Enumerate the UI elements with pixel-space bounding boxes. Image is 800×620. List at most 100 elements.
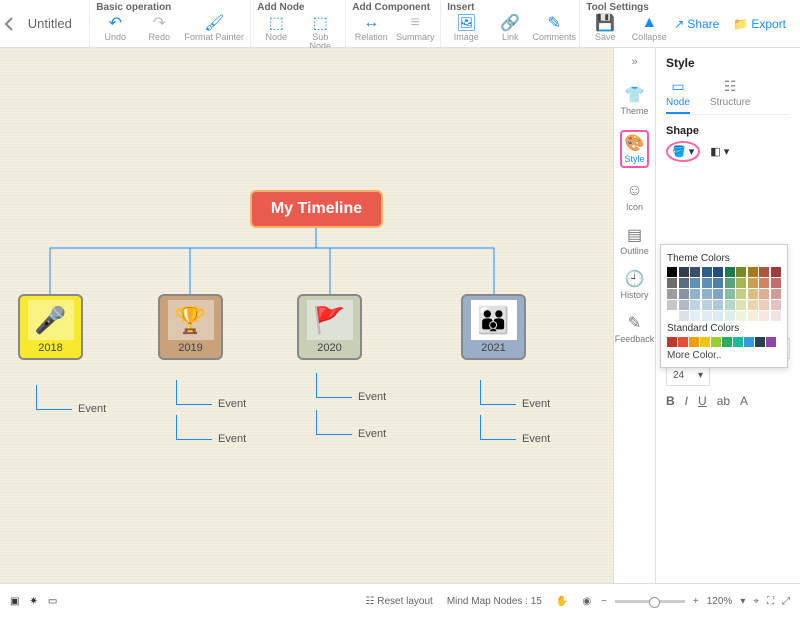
color-swatch[interactable] xyxy=(679,267,689,277)
undo-button[interactable]: ↶Undo xyxy=(96,14,134,42)
color-swatch[interactable] xyxy=(690,267,700,277)
event-node[interactable]: Event xyxy=(522,398,550,410)
color-swatch[interactable] xyxy=(759,311,769,321)
event-node[interactable]: Event xyxy=(78,403,106,415)
color-swatch[interactable] xyxy=(667,311,677,321)
color-swatch[interactable] xyxy=(667,267,677,277)
color-swatch[interactable] xyxy=(771,311,781,321)
color-swatch[interactable] xyxy=(678,337,688,347)
event-node[interactable]: Event xyxy=(218,398,246,410)
color-swatch[interactable] xyxy=(713,278,723,288)
color-swatch[interactable] xyxy=(702,278,712,288)
color-swatch[interactable] xyxy=(766,337,776,347)
font-size-select[interactable]: 24▾ xyxy=(666,365,710,386)
color-swatch[interactable] xyxy=(702,300,712,310)
zoom-slider[interactable] xyxy=(615,600,685,603)
rail-style[interactable]: 🎨Style xyxy=(620,130,648,168)
color-swatch[interactable] xyxy=(711,337,721,347)
font-color-button[interactable]: A xyxy=(740,394,748,408)
italic-button[interactable]: I xyxy=(685,394,688,408)
color-swatch[interactable] xyxy=(748,267,758,277)
format-painter-button[interactable]: 🖌Format Painter xyxy=(184,14,244,42)
collapse-panel-button[interactable]: » xyxy=(631,56,637,72)
color-swatch[interactable] xyxy=(744,337,754,347)
fill-color-button[interactable]: 🪣 ▾ xyxy=(666,141,700,162)
color-swatch[interactable] xyxy=(690,289,700,299)
color-swatch[interactable] xyxy=(667,289,677,299)
node-button[interactable]: ⬚Node xyxy=(257,14,295,51)
expand-button[interactable]: ⤢ xyxy=(782,596,790,607)
color-swatch[interactable] xyxy=(725,267,735,277)
color-swatch[interactable] xyxy=(722,337,732,347)
event-node[interactable]: Event xyxy=(218,433,246,445)
color-swatch[interactable] xyxy=(771,267,781,277)
event-node[interactable]: Event xyxy=(358,428,386,440)
underline-button[interactable]: U xyxy=(698,394,707,408)
color-swatch[interactable] xyxy=(679,289,689,299)
subnode-button[interactable]: ⬚Sub Node xyxy=(301,14,339,51)
color-swatch[interactable] xyxy=(725,311,735,321)
zoom-fit-button[interactable]: ▾ xyxy=(740,596,745,607)
color-swatch[interactable] xyxy=(759,289,769,299)
color-swatch[interactable] xyxy=(713,289,723,299)
image-button[interactable]: 🖼Image xyxy=(447,14,485,42)
color-swatch[interactable] xyxy=(713,300,723,310)
rail-icon[interactable]: ☺Icon xyxy=(626,182,643,212)
status-icon[interactable]: ▣ xyxy=(10,596,19,607)
color-swatch[interactable] xyxy=(725,278,735,288)
color-swatch[interactable] xyxy=(748,278,758,288)
tab-node[interactable]: ▭Node xyxy=(666,78,690,114)
save-button[interactable]: 💾Save xyxy=(586,14,624,42)
color-swatch[interactable] xyxy=(679,311,689,321)
color-swatch[interactable] xyxy=(736,311,746,321)
year-node-2021[interactable]: 👪 2021 xyxy=(461,294,526,360)
border-color-button[interactable]: ◧ ▾ xyxy=(710,145,729,158)
hand-tool-button[interactable]: ✋ xyxy=(556,596,568,607)
color-swatch[interactable] xyxy=(755,337,765,347)
color-swatch[interactable] xyxy=(748,300,758,310)
year-node-2019[interactable]: 🏆 2019 xyxy=(158,294,223,360)
color-swatch[interactable] xyxy=(736,267,746,277)
strike-button[interactable]: ab xyxy=(717,394,730,408)
event-node[interactable]: Event xyxy=(522,433,550,445)
share-button[interactable]: ↗ Share xyxy=(674,17,719,31)
summary-button[interactable]: ≡Summary xyxy=(396,14,434,42)
rail-feedback[interactable]: ✎Feedback xyxy=(615,314,655,344)
color-swatch[interactable] xyxy=(733,337,743,347)
zoom-out-button[interactable]: − xyxy=(601,596,607,607)
zoom-in-button[interactable]: + xyxy=(693,596,699,607)
comments-button[interactable]: ✎Comments xyxy=(535,14,573,42)
rail-theme[interactable]: 👕Theme xyxy=(620,86,648,116)
pointer-tool-button[interactable]: ◉ xyxy=(582,596,591,607)
color-swatch[interactable] xyxy=(759,267,769,277)
color-swatch[interactable] xyxy=(771,289,781,299)
fullscreen-button[interactable]: ⛶ xyxy=(767,596,774,607)
color-swatch[interactable] xyxy=(702,289,712,299)
color-swatch[interactable] xyxy=(736,289,746,299)
color-swatch[interactable] xyxy=(725,300,735,310)
color-swatch[interactable] xyxy=(689,337,699,347)
color-swatch[interactable] xyxy=(713,311,723,321)
color-swatch[interactable] xyxy=(667,337,677,347)
year-node-2018[interactable]: 🎤 2018 xyxy=(18,294,83,360)
collapse-button[interactable]: ▲Collapse xyxy=(630,14,668,42)
reset-layout-button[interactable]: ☷ Reset layout xyxy=(365,596,432,607)
color-swatch[interactable] xyxy=(725,289,735,299)
color-swatch[interactable] xyxy=(736,300,746,310)
rail-history[interactable]: 🕘History xyxy=(620,270,648,300)
canvas[interactable]: My Timeline 🎤 2018 Event 🏆 2019 Event Ev… xyxy=(0,48,613,583)
status-icon[interactable]: ▭ xyxy=(48,596,57,607)
color-swatch[interactable] xyxy=(713,267,723,277)
status-icon[interactable]: ✷ xyxy=(29,596,37,607)
color-swatch[interactable] xyxy=(667,278,677,288)
bold-button[interactable]: B xyxy=(666,394,675,408)
tab-structure[interactable]: ☷Structure xyxy=(710,78,751,114)
redo-button[interactable]: ↷Redo xyxy=(140,14,178,42)
color-swatch[interactable] xyxy=(771,300,781,310)
event-node[interactable]: Event xyxy=(358,391,386,403)
color-swatch[interactable] xyxy=(667,300,677,310)
more-color-button[interactable]: More Color.. xyxy=(667,350,781,361)
rail-outline[interactable]: ▤Outline xyxy=(620,226,649,256)
doc-title[interactable]: Untitled xyxy=(18,0,90,47)
color-swatch[interactable] xyxy=(759,300,769,310)
